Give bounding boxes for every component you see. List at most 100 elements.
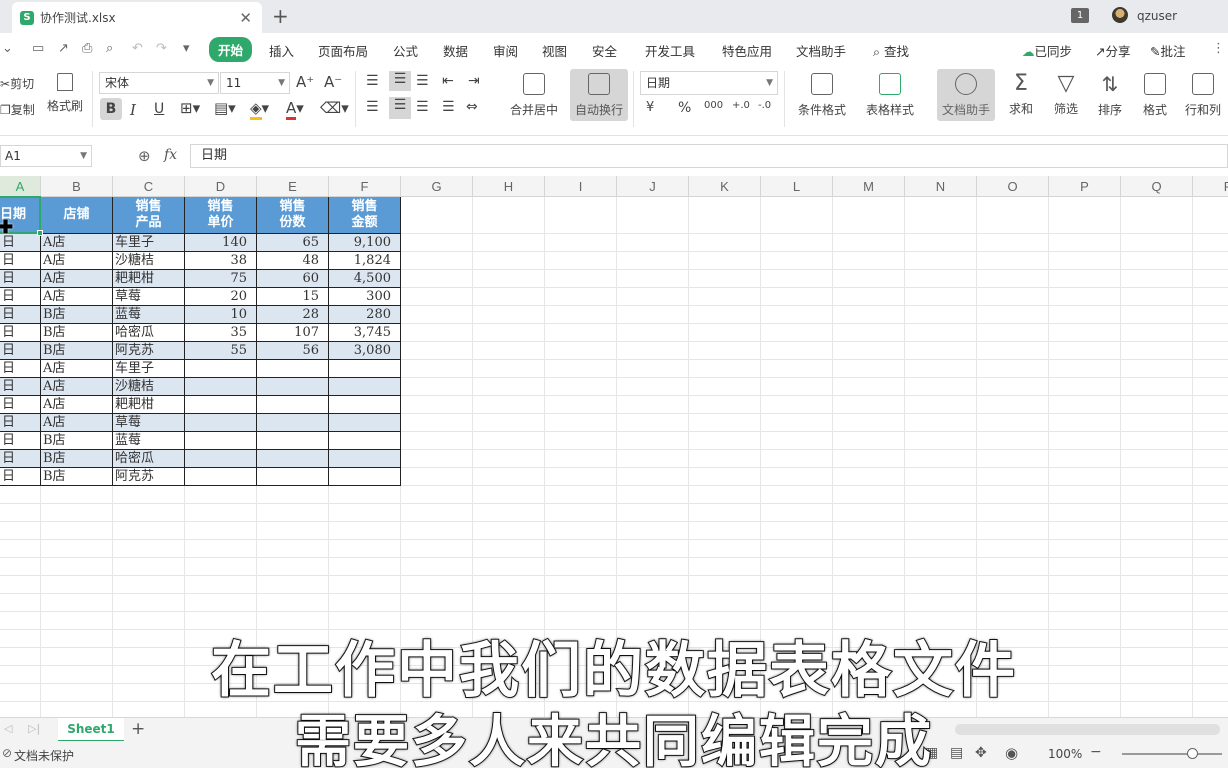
table-cell[interactable] [257,414,329,432]
table-cell[interactable]: 56 [257,342,329,360]
save-icon[interactable]: ▭ [32,41,48,56]
column-header-f[interactable]: F [329,176,401,197]
table-header-cell[interactable]: 销售 单价 [185,197,257,234]
comment-button[interactable]: ✎批注 [1150,41,1186,60]
menu-home[interactable]: 开始 [209,37,253,62]
table-cell[interactable]: 日 [0,360,41,378]
column-header-e[interactable]: E [257,176,329,197]
table-cell[interactable]: 55 [185,342,257,360]
table-cell[interactable]: 日 [0,306,41,324]
table-cell[interactable]: 48 [257,252,329,270]
table-cell[interactable] [329,468,401,486]
table-cell[interactable]: 20 [185,288,257,306]
menu-formulas[interactable]: 公式 [393,41,418,60]
sync-status[interactable]: ☁已同步 [1022,41,1072,60]
window-count-badge[interactable]: 1 [1071,8,1089,23]
table-cell[interactable]: 75 [185,270,257,288]
formula-input[interactable]: 日期 [190,144,1228,168]
menu-view[interactable]: 视图 [542,41,567,60]
table-header-cell[interactable]: 销售 产品 [113,197,185,234]
align-left-icon[interactable]: ☰ [366,99,379,115]
table-cell[interactable]: 1,824 [329,252,401,270]
format-button[interactable]: 格式 [1136,69,1174,121]
table-cell[interactable]: 耙耙柑 [113,270,185,288]
grow-font-button[interactable]: A⁺ [296,73,314,91]
menu-features[interactable]: 特色应用 [722,41,772,60]
column-header-l[interactable]: L [761,176,833,197]
table-cell[interactable]: 38 [185,252,257,270]
cell-style-icon[interactable]: ▤▾ [214,99,236,117]
doc-assistant-button[interactable]: 文档助手 [937,69,995,121]
menu-find[interactable]: ⌕ 查找 [873,41,909,60]
table-cell[interactable] [257,378,329,396]
sort-button[interactable]: ⇅ 排序 [1091,69,1129,121]
column-header-k[interactable]: K [689,176,761,197]
undo-icon[interactable]: ↶ [132,41,148,56]
table-cell[interactable]: 日 [0,468,41,486]
align-top-icon[interactable]: ☰ [366,73,379,89]
customize-toolbar-icon[interactable]: ▾ [183,41,199,56]
table-cell[interactable]: 日 [0,288,41,306]
share-button[interactable]: ↗分享 [1095,41,1131,60]
sum-button[interactable]: Σ 求和 [1002,69,1040,121]
menu-security[interactable]: 安全 [592,41,617,60]
table-cell[interactable]: A店 [41,360,113,378]
menu-data[interactable]: 数据 [443,41,468,60]
column-header-d[interactable]: D [185,176,257,197]
font-name-select[interactable]: 宋体 ▼ [99,72,219,94]
close-tab-icon[interactable]: ✕ [239,9,252,27]
align-bottom-icon[interactable]: ☰ [416,73,429,89]
menu-insert[interactable]: 插入 [269,41,294,60]
clear-format-icon[interactable]: ⌫▾ [320,99,349,117]
column-header-i[interactable]: I [545,176,617,197]
table-cell[interactable]: 日 [0,432,41,450]
chevron-down-icon[interactable]: ⌄ [2,41,18,56]
table-cell[interactable]: A店 [41,234,113,252]
table-cell[interactable] [185,360,257,378]
align-middle-icon[interactable]: ☰ [389,71,411,91]
conditional-format-button[interactable]: 条件格式 [792,69,852,121]
copy-button[interactable]: ❐复制 [0,101,35,118]
font-color-button[interactable]: A▾ [286,99,304,120]
table-cell[interactable]: 日 [0,414,41,432]
fill-color-icon[interactable]: ◈▾ [250,99,269,120]
increase-indent-icon[interactable]: ⇥ [468,73,480,89]
column-header-q[interactable]: Q [1121,176,1193,197]
table-cell[interactable]: 日 [0,252,41,270]
table-cell[interactable]: 耙耙柑 [113,396,185,414]
table-cell[interactable]: 蓝莓 [113,432,185,450]
table-header-cell[interactable]: 销售 份数 [257,197,329,234]
menu-review[interactable]: 审阅 [493,41,518,60]
borders-icon[interactable]: ⊞▾ [180,99,200,117]
zoom-formula-icon[interactable]: ⊕ [138,147,151,165]
table-cell[interactable]: 3,080 [329,342,401,360]
table-cell[interactable]: 60 [257,270,329,288]
align-right-icon[interactable]: ☰ [416,99,429,115]
column-header-b[interactable]: B [41,176,113,197]
table-cell[interactable] [185,414,257,432]
wrap-text-button[interactable]: 自动换行 [570,69,628,121]
document-tab[interactable]: S 协作测试.xlsx ✕ [12,2,262,33]
table-cell[interactable] [185,378,257,396]
table-cell[interactable] [185,432,257,450]
table-cell[interactable]: 140 [185,234,257,252]
avatar[interactable] [1112,7,1128,23]
table-cell[interactable]: A店 [41,270,113,288]
menu-page-layout[interactable]: 页面布局 [318,41,368,60]
table-cell[interactable] [257,432,329,450]
table-header-cell[interactable]: 销售 金额 [329,197,401,234]
justify-icon[interactable]: ☰ [442,99,455,115]
column-header-h[interactable]: H [473,176,545,197]
table-cell[interactable]: 日 [0,378,41,396]
column-header-g[interactable]: G [401,176,473,197]
table-cell[interactable] [329,378,401,396]
distribute-icon[interactable]: ⇔ [466,99,478,115]
table-cell[interactable]: 日 [0,342,41,360]
table-cell[interactable] [329,432,401,450]
currency-button[interactable]: ¥ [646,100,654,115]
table-cell[interactable] [185,396,257,414]
italic-button[interactable]: I [130,101,136,119]
table-cell[interactable]: A店 [41,378,113,396]
table-cell[interactable]: 35 [185,324,257,342]
table-cell[interactable]: 日 [0,396,41,414]
